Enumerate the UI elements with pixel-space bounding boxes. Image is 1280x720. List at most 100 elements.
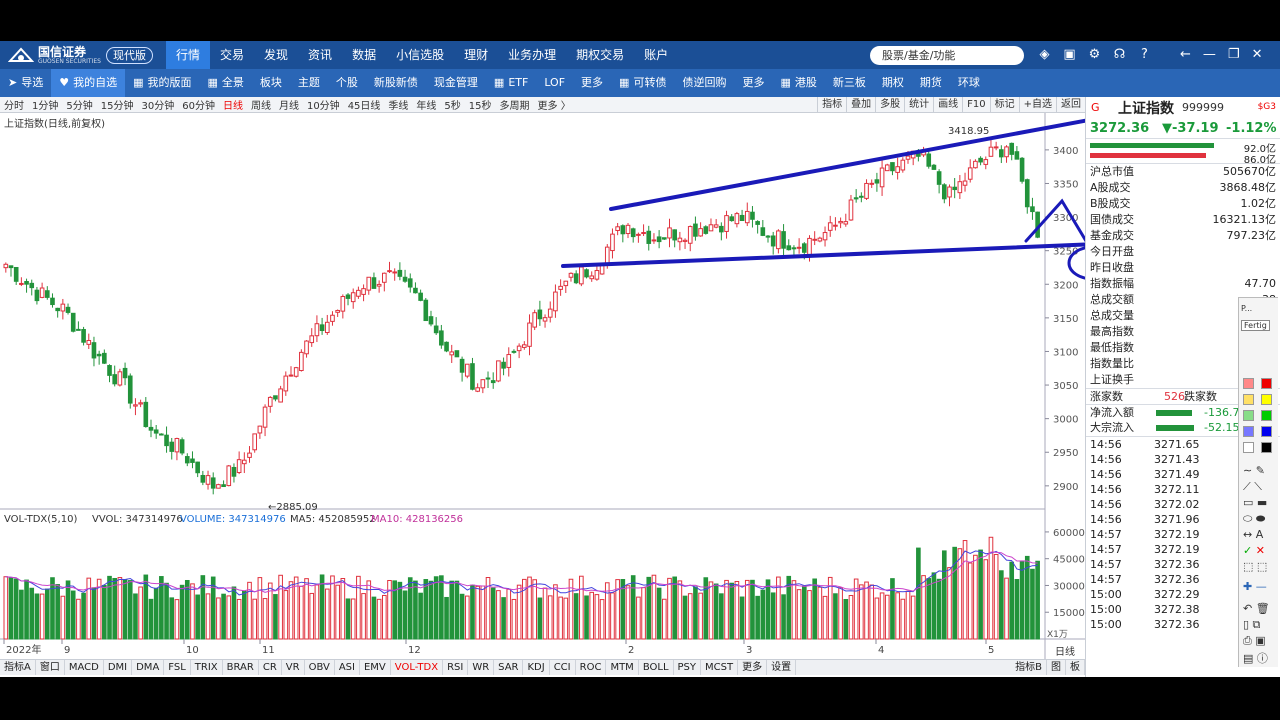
indicator-tab[interactable]: CCI (550, 660, 576, 675)
volume-bar (947, 567, 952, 640)
indicator-tab[interactable]: SAR (494, 660, 524, 675)
fall-label: 跌家数 (1184, 390, 1217, 403)
indicator-tab[interactable]: OBV (305, 660, 335, 675)
candle-body (506, 354, 512, 368)
tick-time: 14:56 (1090, 483, 1122, 496)
indicator-tab[interactable]: RSI (443, 660, 469, 675)
volume-bar (39, 593, 45, 640)
info-icon[interactable]: ▤ ⓘ (1243, 650, 1268, 666)
service-icon[interactable]: ☊ (1111, 45, 1128, 64)
color-swatch[interactable] (1261, 442, 1272, 453)
indicator-tab[interactable]: DMI (104, 660, 133, 675)
candle-body (496, 360, 501, 382)
indicator-right-tab[interactable]: 指标B (1011, 660, 1047, 675)
indicator-tab[interactable]: CR (259, 660, 282, 675)
color-swatch[interactable] (1243, 442, 1254, 453)
indicator-tab[interactable]: VOL-TDX (391, 660, 444, 675)
indicator-tab[interactable]: DMA (132, 660, 165, 675)
back-icon[interactable]: ← (1180, 45, 1191, 64)
volume-bar (496, 590, 501, 640)
color-swatch[interactable] (1243, 378, 1254, 389)
volume-bar (978, 549, 983, 640)
help-icon[interactable]: ? (1136, 45, 1153, 64)
candle-body (407, 278, 413, 288)
indicator-tab[interactable]: 更多 (738, 660, 768, 675)
candle-body (127, 375, 133, 404)
volume-bar (428, 580, 434, 640)
volume-bar (537, 597, 543, 640)
volume-bar (304, 578, 309, 640)
indicator-tab[interactable]: FSL (164, 660, 191, 675)
indicator-tab[interactable]: WR (468, 660, 495, 675)
color-swatch[interactable] (1243, 410, 1254, 421)
candle-body (107, 365, 112, 376)
indicator-tab[interactable]: 指标A (0, 660, 36, 675)
quote-stat-value: 3868.48亿 (1219, 181, 1277, 194)
volume-bar (563, 597, 569, 640)
indicator-tab[interactable]: TRIX (191, 660, 223, 675)
color-swatch[interactable] (1261, 426, 1272, 437)
rectangle-icon[interactable]: ▭ ▬ (1243, 496, 1267, 509)
netflow-bar (1156, 410, 1192, 416)
confirm-icon[interactable]: ✓ ✕ (1243, 544, 1265, 557)
indicator-tab[interactable]: 窗口 (36, 660, 65, 675)
candle-body (822, 232, 828, 241)
tick-price: 3272.36 (1154, 618, 1200, 631)
candle-body (153, 429, 159, 434)
volume-bar (651, 574, 657, 640)
close-icon[interactable]: ✕ (1252, 45, 1263, 64)
pen-icon[interactable]: ∼ ✎ (1243, 464, 1265, 477)
indicator-tab[interactable]: ROC (576, 660, 607, 675)
line-icon[interactable]: ⟋ ⟍ (1243, 480, 1262, 494)
indicator-tab[interactable]: BOLL (639, 660, 674, 675)
candle-body (169, 441, 175, 452)
candle-body (148, 426, 154, 431)
indicator-right-tab[interactable]: 图 (1047, 660, 1066, 675)
volume-bar (859, 584, 864, 640)
indicator-tab[interactable]: KDJ (523, 660, 550, 675)
indicator-tab[interactable]: EMV (360, 660, 391, 675)
quote-stat-row: 昨日收盘 (1086, 260, 1280, 276)
color-swatch[interactable] (1243, 394, 1254, 405)
indicator-tab[interactable]: BRAR (223, 660, 259, 675)
candle-body (703, 226, 709, 234)
move-icon[interactable]: ✚ — (1243, 580, 1267, 593)
minimize-icon[interactable]: — (1203, 45, 1216, 64)
indicator-right-tab[interactable]: 板 (1066, 660, 1085, 675)
color-swatch[interactable] (1261, 378, 1272, 389)
candle-body (615, 226, 620, 231)
kline-chart[interactable]: 3400335033003250320031503100305030002950… (0, 41, 1085, 659)
volume-bar (397, 581, 403, 640)
candle-body (750, 211, 755, 220)
volume-bar (501, 597, 506, 640)
select-icon[interactable]: ⬚ ⬚ (1243, 560, 1267, 573)
settings-icon[interactable]: ⚙ (1086, 45, 1103, 64)
restore-icon[interactable]: ❐ (1228, 45, 1240, 64)
volume-bar (864, 581, 869, 640)
undo-icon[interactable]: ↶ 🗑 (1243, 602, 1270, 615)
indicator-tab[interactable]: PSY (674, 660, 702, 675)
volume-bar (594, 594, 600, 640)
indicator-tab[interactable]: ASI (335, 660, 360, 675)
candle-body (988, 146, 994, 157)
tick-price: 3271.43 (1154, 453, 1200, 466)
print-icon[interactable]: ⎙ ▣ (1243, 634, 1266, 648)
indicator-tab[interactable]: VR (282, 660, 305, 675)
inflow-bar (1090, 143, 1214, 148)
indicator-tab[interactable]: MTM (606, 660, 639, 675)
indicator-tab[interactable]: MACD (65, 660, 104, 675)
file-icon[interactable]: ▯ ⧉ (1243, 618, 1260, 632)
palette-title[interactable]: Fertig (1241, 320, 1270, 331)
indicator-tab[interactable]: 设置 (767, 660, 797, 675)
volume-bar (164, 582, 169, 640)
price-tick-label: 3000 (1053, 415, 1078, 426)
volume-bar (335, 584, 340, 640)
indicator-tab[interactable]: MCST (701, 660, 739, 675)
volume-bar (993, 553, 999, 640)
volume-tick-label: 30000 (1053, 581, 1085, 592)
color-swatch[interactable] (1243, 426, 1254, 437)
color-swatch[interactable] (1261, 394, 1272, 405)
arrow-icon[interactable]: ↔ A (1243, 528, 1263, 541)
color-swatch[interactable] (1261, 410, 1272, 421)
ellipse-icon[interactable]: ⬭ ⬬ (1243, 512, 1265, 526)
